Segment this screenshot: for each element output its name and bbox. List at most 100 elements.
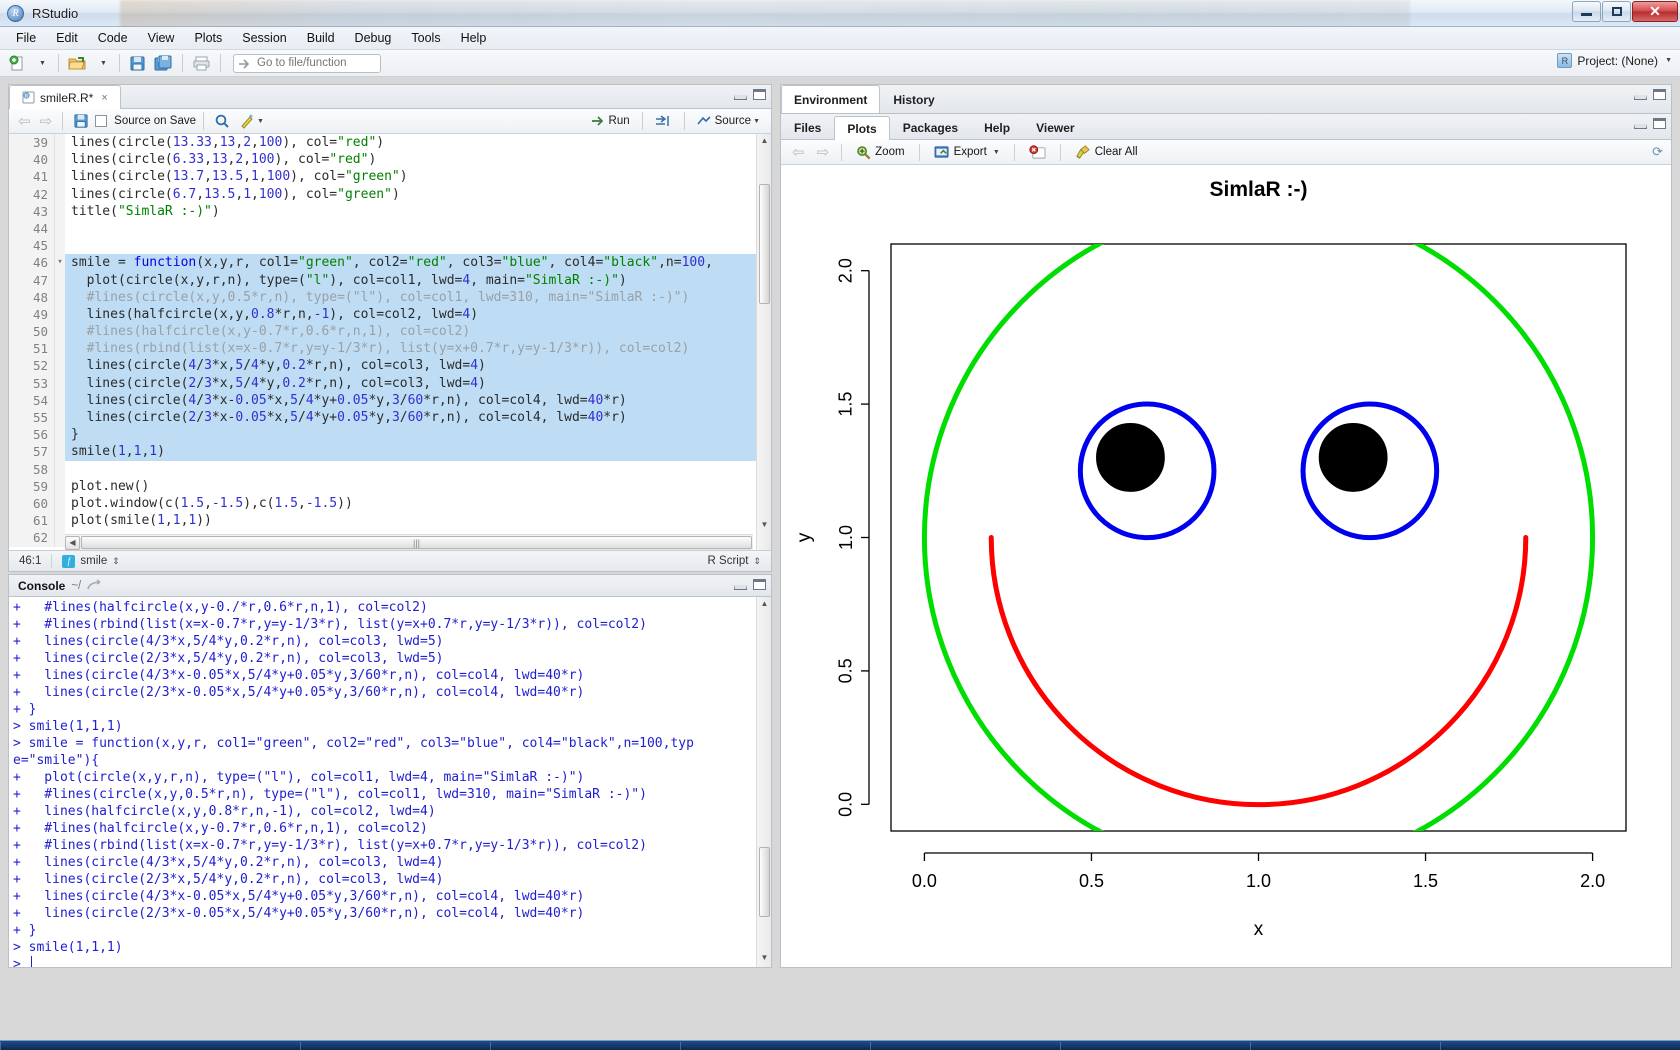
run-button[interactable]: Run — [588, 111, 633, 132]
code-line[interactable]: 48 #lines(circle(x,y,0.5*r,n), type=("l"… — [9, 288, 771, 306]
code-line[interactable]: 53 lines(circle(2/3*x,5/4*y,0.2*r,n), co… — [9, 374, 771, 392]
scope-selector[interactable]: f smile ⇕ — [52, 551, 129, 572]
code-line[interactable]: 60 plot.window(c(1.5,-1.5),c(1.5,-1.5)) — [9, 494, 771, 513]
tab-plots[interactable]: Plots — [834, 116, 890, 140]
code-text[interactable]: lines(circle(4/3*x,5/4*y,0.2*r,n), col=c… — [65, 357, 771, 375]
goto-file-function-box[interactable] — [233, 53, 381, 73]
source-on-save-checkbox[interactable] — [95, 115, 108, 127]
code-text[interactable]: plot.window(c(1.5,-1.5),c(1.5,-1.5)) — [65, 495, 771, 512]
plots-pane-window-controls[interactable] — [1634, 118, 1666, 129]
code-text[interactable]: lines(circle(4/3*x-0.05*x,5/4*y+0.05*y,3… — [65, 391, 771, 409]
open-folder-icon[interactable] — [65, 53, 90, 74]
code-line[interactable]: 54 lines(circle(4/3*x-0.05*x,5/4*y+0.05*… — [9, 391, 771, 409]
environment-pane-window-controls[interactable] — [1634, 89, 1666, 100]
scope-chevron-icon[interactable]: ⇕ — [112, 556, 120, 567]
open-file-dropdown[interactable]: ▼ — [92, 53, 113, 74]
close-button[interactable]: ✕ — [1632, 1, 1678, 22]
code-editor[interactable]: 39 lines(circle(13.33,13,2,100), col="red… — [9, 134, 771, 550]
editor-hscroll-thumb[interactable]: ||| — [81, 536, 752, 549]
taskbar-item[interactable] — [0, 1042, 300, 1050]
project-selector[interactable]: R Project: (None) ▼ — [1557, 53, 1672, 68]
close-icon[interactable]: × — [101, 92, 107, 104]
console-scroll-thumb[interactable] — [759, 847, 770, 917]
filetype-chevron-icon[interactable]: ⇕ — [753, 556, 761, 567]
tab-environment[interactable]: Environment — [781, 85, 881, 114]
clear-all-button[interactable]: Clear All — [1070, 143, 1143, 162]
scroll-down-arrow-icon[interactable]: ▼ — [759, 520, 770, 532]
maximize-pane-icon[interactable] — [1653, 89, 1666, 100]
search-input[interactable] — [255, 56, 375, 70]
editor-scroll-thumb[interactable] — [759, 184, 770, 304]
code-line[interactable]: 59 plot.new() — [9, 477, 771, 495]
export-button[interactable]: Export ▼ — [929, 143, 1005, 161]
scroll-up-arrow-icon[interactable]: ▲ — [759, 599, 770, 611]
magnifier-icon[interactable] — [211, 111, 233, 132]
code-text[interactable]: lines(circle(6.7,13.5,1,100), col="green… — [65, 186, 771, 203]
back-arrow-icon[interactable]: ⇦ — [789, 143, 808, 161]
taskbar-item[interactable] — [1440, 1042, 1680, 1050]
code-text[interactable]: smile = function(x,y,r, col1="green", co… — [65, 254, 771, 272]
code-line[interactable]: 61 plot(smile(1,1,1)) — [9, 512, 771, 530]
code-line[interactable]: 55 lines(circle(2/3*x-0.05*x,5/4*y+0.05*… — [9, 409, 771, 427]
window-controls[interactable]: ✕ — [1572, 1, 1678, 22]
code-line[interactable]: 44 — [9, 219, 771, 238]
code-text[interactable]: plot.new() — [65, 478, 771, 495]
new-file-icon[interactable] — [6, 53, 29, 74]
zoom-button[interactable]: Zoom — [851, 143, 909, 162]
new-file-dropdown[interactable]: ▼ — [31, 53, 52, 74]
save-icon[interactable] — [70, 111, 92, 132]
taskbar-item[interactable] — [1060, 1042, 1250, 1050]
menu-view[interactable]: View — [138, 28, 185, 48]
code-line[interactable]: 50 #lines(halfcircle(x,y-0.7*r,0.6*r,n,1… — [9, 323, 771, 341]
code-text[interactable]: lines(circle(13.7,13.5,1,100), col="gree… — [65, 168, 771, 185]
code-line[interactable]: 52 lines(circle(4/3*x,5/4*y,0.2*r,n), co… — [9, 357, 771, 375]
code-line[interactable]: 42 lines(circle(6.7,13.5,1,100), col="gre… — [9, 185, 771, 203]
menu-tools[interactable]: Tools — [401, 28, 450, 48]
code-line[interactable]: 56} — [9, 426, 771, 444]
forward-arrow-icon[interactable]: ⇨ — [37, 112, 56, 130]
code-text[interactable]: lines(circle(6.33,13,2,100), col="red") — [65, 151, 771, 168]
code-text[interactable]: #lines(rbind(list(x=x-0.7*r,y=y-1/3*r), … — [65, 340, 771, 358]
code-text[interactable]: title("SimlaR :-)") — [65, 203, 771, 220]
code-text[interactable]: lines(circle(13.33,13,2,100), col="red") — [65, 134, 771, 151]
maximize-button[interactable] — [1602, 1, 1631, 22]
console-pane-window-controls[interactable] — [734, 579, 766, 590]
windows-taskbar[interactable] — [0, 1040, 1680, 1050]
code-text[interactable]: smile(1,1,1) — [65, 443, 771, 461]
code-text[interactable] — [65, 237, 771, 254]
code-text[interactable]: lines(circle(2/3*x-0.05*x,5/4*y+0.05*y,3… — [65, 409, 771, 427]
menu-code[interactable]: Code — [88, 28, 138, 48]
code-lines-container[interactable]: 39 lines(circle(13.33,13,2,100), col="red… — [9, 134, 771, 550]
fold-toggle-icon[interactable]: ▾ — [55, 254, 65, 272]
code-text[interactable]: plot(smile(1,1,1)) — [65, 512, 771, 529]
print-icon[interactable] — [189, 53, 214, 74]
scroll-up-arrow-icon[interactable]: ▲ — [759, 136, 770, 148]
tab-viewer[interactable]: Viewer — [1023, 116, 1087, 139]
menu-plots[interactable]: Plots — [184, 28, 232, 48]
code-tools-icon[interactable]: ▼ — [236, 111, 267, 132]
minimize-pane-icon[interactable] — [1634, 123, 1647, 129]
main-toolbar[interactable]: ▼ ▼ Go to file/function R Project: (None… — [0, 50, 1680, 77]
chevron-down-icon[interactable]: ▼ — [257, 118, 264, 125]
minimize-button[interactable] — [1572, 1, 1601, 22]
code-line[interactable]: 45 — [9, 237, 771, 255]
code-line[interactable]: 40 lines(circle(6.33,13,2,100), col="red"… — [9, 151, 771, 169]
file-type-selector[interactable]: R Script ⇕ — [698, 551, 771, 572]
menu-debug[interactable]: Debug — [345, 28, 402, 48]
maximize-pane-icon[interactable] — [753, 89, 766, 100]
code-line[interactable]: 58 — [9, 460, 771, 478]
tab-help[interactable]: Help — [971, 116, 1023, 139]
refresh-icon[interactable]: ⟳ — [1652, 144, 1663, 160]
menu-session[interactable]: Session — [232, 28, 296, 48]
code-text[interactable]: plot(circle(x,y,r,n), type=("l"), col=co… — [65, 271, 771, 289]
scroll-left-arrow-icon[interactable]: ◀ — [65, 535, 80, 550]
chevron-down-icon[interactable]: ▼ — [993, 149, 1000, 156]
save-icon[interactable] — [126, 53, 149, 74]
code-text[interactable]: lines(circle(2/3*x,5/4*y,0.2*r,n), col=c… — [65, 374, 771, 392]
save-all-icon[interactable] — [151, 53, 176, 74]
tab-history[interactable]: History — [880, 85, 947, 113]
minimize-pane-icon[interactable] — [734, 94, 747, 100]
code-line[interactable]: 39 lines(circle(13.33,13,2,100), col="red… — [9, 134, 771, 152]
code-line[interactable]: 46 ▾ smile = function(x,y,r, col1="green",… — [9, 254, 771, 272]
minimize-pane-icon[interactable] — [1634, 94, 1647, 100]
